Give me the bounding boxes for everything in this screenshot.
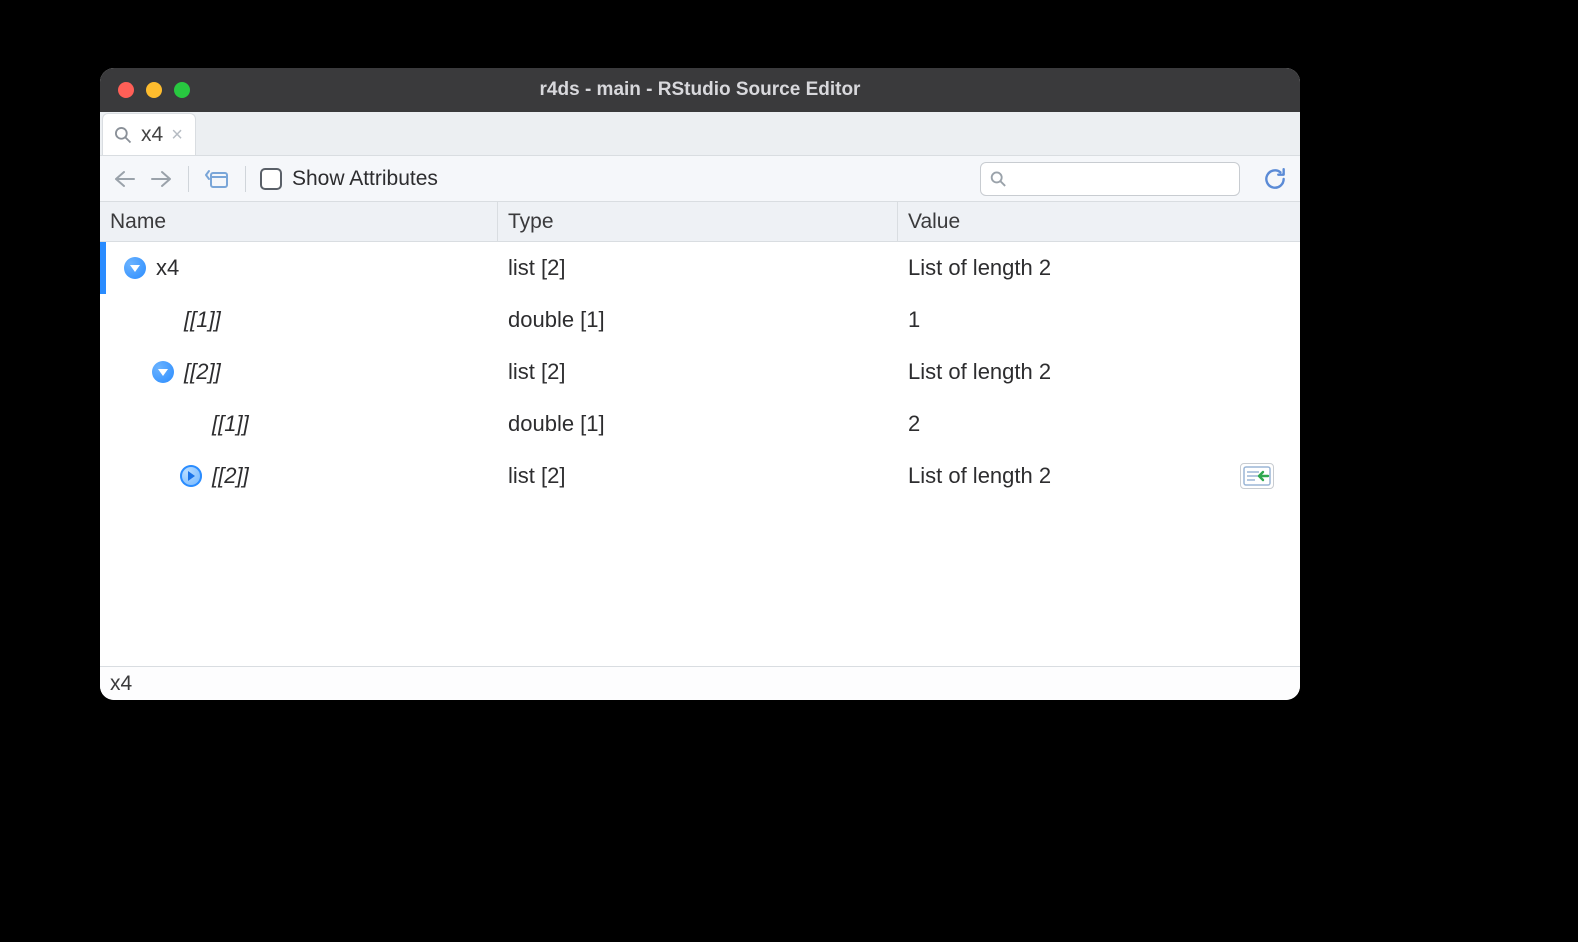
tree-row[interactable]: x4 list [2] List of length 2 [100,242,1300,294]
close-tab-icon[interactable]: × [171,125,183,145]
search-field[interactable] [1007,168,1231,189]
row-name: [[2]] [212,463,249,489]
show-attributes-checkbox[interactable] [260,168,282,190]
row-type: list [2] [498,359,898,385]
column-headers: Name Type Value [100,202,1300,242]
object-tree: x4 list [2] List of length 2 [[1]] double [1… [100,242,1300,666]
row-name: x4 [156,255,179,281]
disclosure-down-icon[interactable] [124,257,146,279]
disclosure-right-icon[interactable] [180,465,202,487]
row-value: 2 [908,411,920,437]
disclosure-none [152,309,174,331]
row-type: list [2] [498,255,898,281]
tab-x4[interactable]: x4 × [102,113,196,155]
search-input[interactable] [980,162,1240,196]
minimize-window-button[interactable] [146,82,162,98]
tree-row[interactable]: [[1]] double [1] 2 [100,398,1300,450]
forward-button[interactable] [148,168,174,190]
row-value: List of length 2 [908,359,1051,385]
row-value: List of length 2 [908,255,1051,281]
header-value[interactable]: Value [898,202,1300,241]
status-bar: x4 [100,666,1300,700]
traffic-lights [100,82,190,98]
tree-row[interactable]: [[2]] list [2] List of length 2 [100,450,1300,502]
tree-row[interactable]: [[2]] list [2] List of length 2 [100,346,1300,398]
row-type: double [1] [498,307,898,333]
window-title: r4ds - main - RStudio Source Editor [100,79,1300,101]
status-path: x4 [110,672,132,696]
show-attributes-label: Show Attributes [292,167,438,191]
refresh-button[interactable] [1262,166,1288,192]
back-button[interactable] [112,168,138,190]
header-type[interactable]: Type [498,202,898,241]
header-name[interactable]: Name [100,202,498,241]
window: r4ds - main - RStudio Source Editor x4 × [100,68,1300,700]
row-name: [[2]] [184,359,221,385]
close-window-button[interactable] [118,82,134,98]
open-in-new-window-button[interactable] [203,167,231,191]
row-type: double [1] [498,411,898,437]
toolbar: Show Attributes [100,156,1300,202]
row-name: [[1]] [184,307,221,333]
tab-label: x4 [141,123,163,147]
row-name: [[1]] [212,411,249,437]
search-icon [113,125,133,145]
disclosure-none [180,413,202,435]
send-to-console-button[interactable] [1240,463,1274,489]
toolbar-separator [245,166,246,192]
maximize-window-button[interactable] [174,82,190,98]
titlebar: r4ds - main - RStudio Source Editor [100,68,1300,112]
disclosure-down-icon[interactable] [152,361,174,383]
row-type: list [2] [498,463,898,489]
tree-row[interactable]: [[1]] double [1] 1 [100,294,1300,346]
row-value: 1 [908,307,920,333]
toolbar-separator [188,166,189,192]
tab-bar: x4 × [100,112,1300,156]
row-value: List of length 2 [908,463,1051,489]
